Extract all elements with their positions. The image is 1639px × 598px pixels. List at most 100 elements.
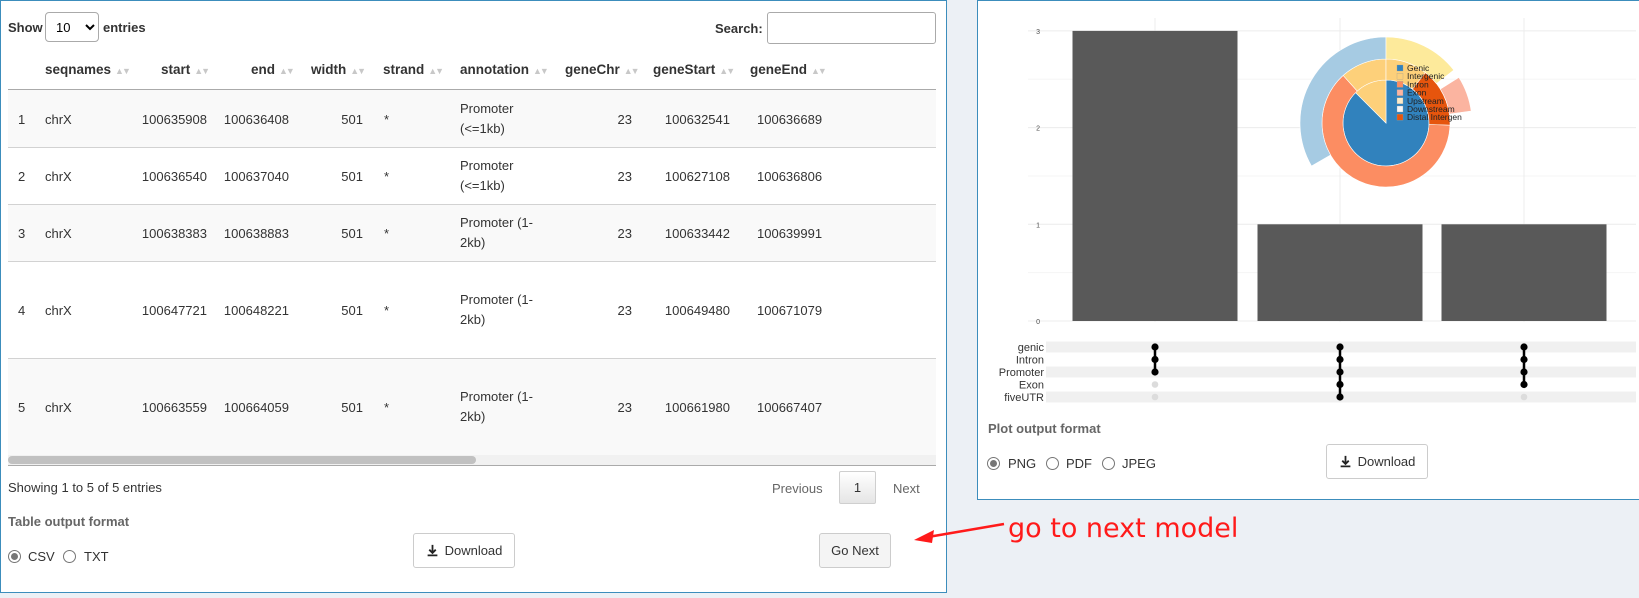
cell-index: 2 bbox=[18, 169, 26, 184]
matrix-dot-on bbox=[1336, 368, 1344, 376]
cell-end: 100636408 bbox=[223, 112, 289, 127]
cell-start: 100635908 bbox=[141, 112, 207, 127]
matrix-dot-off bbox=[1151, 393, 1159, 401]
col-header-start[interactable]: start ▲▼ bbox=[161, 62, 210, 77]
legend-swatch bbox=[1396, 114, 1404, 121]
cell-strand: * bbox=[384, 112, 390, 127]
matrix-dot-on bbox=[1520, 355, 1528, 364]
set-label: Exon bbox=[1019, 380, 1044, 392]
search-label: Search: bbox=[715, 21, 763, 36]
col-header-strand[interactable]: strand ▲▼ bbox=[383, 62, 444, 77]
matrix-dot-on bbox=[1151, 343, 1159, 351]
pdf-radio[interactable] bbox=[1046, 457, 1059, 470]
cell-annotation: Promoter (1-2kb) bbox=[460, 389, 533, 424]
sort-icon: ▲▼ bbox=[115, 66, 131, 76]
csv-radio[interactable] bbox=[8, 550, 21, 563]
entries-label: entries bbox=[103, 20, 146, 35]
col-header-genechr[interactable]: geneChr ▲▼ bbox=[565, 62, 640, 77]
table-download-label: Download bbox=[444, 543, 503, 558]
sort-icon: ▲▼ bbox=[279, 66, 295, 76]
cell-genechr: 23 bbox=[617, 400, 632, 415]
plot-download-button[interactable]: Download bbox=[1326, 444, 1428, 479]
cell-width: 501 bbox=[341, 169, 363, 184]
y-tick-label: 0 bbox=[1036, 319, 1040, 326]
table-info: Showing 1 to 5 of 5 entries bbox=[8, 480, 162, 495]
entries-length-select[interactable]: 10 bbox=[45, 12, 99, 42]
bar bbox=[1072, 30, 1238, 322]
sort-icon: ▲▼ bbox=[811, 66, 827, 76]
png-radio[interactable] bbox=[987, 457, 1000, 470]
col-header-geneend[interactable]: geneEnd ▲▼ bbox=[750, 62, 827, 77]
cell-geneend: 100636689 bbox=[757, 112, 823, 127]
y-tick-label: 1 bbox=[1036, 222, 1040, 229]
jpeg-label: JPEG bbox=[1122, 456, 1156, 471]
y-tick-label: 2 bbox=[1036, 126, 1040, 133]
col-header-annotation[interactable]: annotation ▲▼ bbox=[460, 62, 549, 77]
legend-swatch bbox=[1396, 105, 1404, 113]
table-download-button[interactable]: Download bbox=[413, 533, 515, 568]
cell-seqnames: chrX bbox=[45, 226, 72, 241]
cell-seqnames: chrX bbox=[45, 303, 72, 318]
csv-label: CSV bbox=[28, 549, 55, 564]
jpeg-radio[interactable] bbox=[1102, 457, 1115, 470]
cell-genechr: 23 bbox=[617, 226, 632, 241]
cell-index: 5 bbox=[18, 400, 26, 415]
previous-button[interactable]: Previous bbox=[772, 481, 823, 496]
matrix-dot-on bbox=[1336, 380, 1344, 389]
set-label: Promoter bbox=[999, 367, 1045, 379]
legend-label: Distal Intergen bbox=[1407, 112, 1462, 122]
go-next-label: Go Next bbox=[831, 543, 879, 558]
cell-width: 501 bbox=[341, 112, 363, 127]
download-icon bbox=[1340, 455, 1350, 468]
cell-genestart: 100661980 bbox=[664, 400, 730, 415]
legend-swatch bbox=[1396, 81, 1404, 88]
col-header-seqnames[interactable]: seqnames ▲▼ bbox=[45, 62, 131, 77]
bar bbox=[1257, 224, 1423, 321]
horizontal-scrollbar-thumb[interactable] bbox=[8, 456, 476, 464]
page-1-button[interactable]: 1 bbox=[839, 471, 876, 504]
cell-annotation: Promoter (<=1kb) bbox=[460, 101, 514, 136]
row-divider bbox=[8, 147, 936, 148]
cell-genechr: 23 bbox=[617, 169, 632, 184]
table-bottom-divider bbox=[8, 465, 936, 466]
cell-strand: * bbox=[384, 400, 390, 415]
txt-radio[interactable] bbox=[63, 550, 76, 563]
cell-index: 3 bbox=[18, 226, 26, 241]
cell-start: 100638383 bbox=[141, 226, 207, 241]
row-divider bbox=[8, 261, 936, 262]
show-label: Show bbox=[8, 20, 43, 35]
matrix-dot-off bbox=[1520, 393, 1528, 401]
cell-index: 1 bbox=[18, 112, 26, 127]
col-header-width[interactable]: width ▲▼ bbox=[311, 62, 366, 77]
download-icon bbox=[427, 544, 437, 557]
matrix-dot-on bbox=[1336, 393, 1344, 401]
search-input[interactable] bbox=[767, 12, 936, 44]
cell-seqnames: chrX bbox=[45, 400, 72, 415]
cell-width: 501 bbox=[341, 226, 363, 241]
legend-swatch bbox=[1396, 64, 1404, 72]
next-button[interactable]: Next bbox=[893, 481, 920, 496]
col-header-genestart[interactable]: geneStart ▲▼ bbox=[653, 62, 735, 77]
plot-output-label: Plot output format bbox=[988, 421, 1101, 436]
col-header-end[interactable]: end ▲▼ bbox=[251, 62, 295, 77]
set-label: genic bbox=[1018, 342, 1045, 354]
cell-annotation: Promoter (<=1kb) bbox=[460, 158, 514, 193]
table-output-label: Table output format bbox=[8, 514, 130, 529]
bar bbox=[1441, 224, 1607, 321]
cell-geneend: 100639991 bbox=[757, 226, 823, 241]
cell-width: 501 bbox=[341, 303, 363, 318]
red-arrow-icon bbox=[914, 522, 1005, 543]
plot-download-label: Download bbox=[1357, 454, 1416, 469]
cell-genestart: 100632541 bbox=[664, 112, 730, 127]
cell-end: 100648221 bbox=[223, 303, 289, 318]
sort-icon: ▲▼ bbox=[428, 66, 444, 76]
go-next-button[interactable]: Go Next bbox=[819, 533, 891, 568]
cell-genestart: 100627108 bbox=[664, 169, 730, 184]
cell-seqnames: chrX bbox=[45, 169, 72, 184]
legend-swatch bbox=[1396, 89, 1404, 96]
matrix-dot-off bbox=[1151, 381, 1159, 388]
pdf-label: PDF bbox=[1066, 456, 1092, 471]
cell-end: 100664059 bbox=[223, 400, 289, 415]
sort-icon: ▲▼ bbox=[719, 66, 735, 76]
cell-strand: * bbox=[384, 169, 390, 184]
